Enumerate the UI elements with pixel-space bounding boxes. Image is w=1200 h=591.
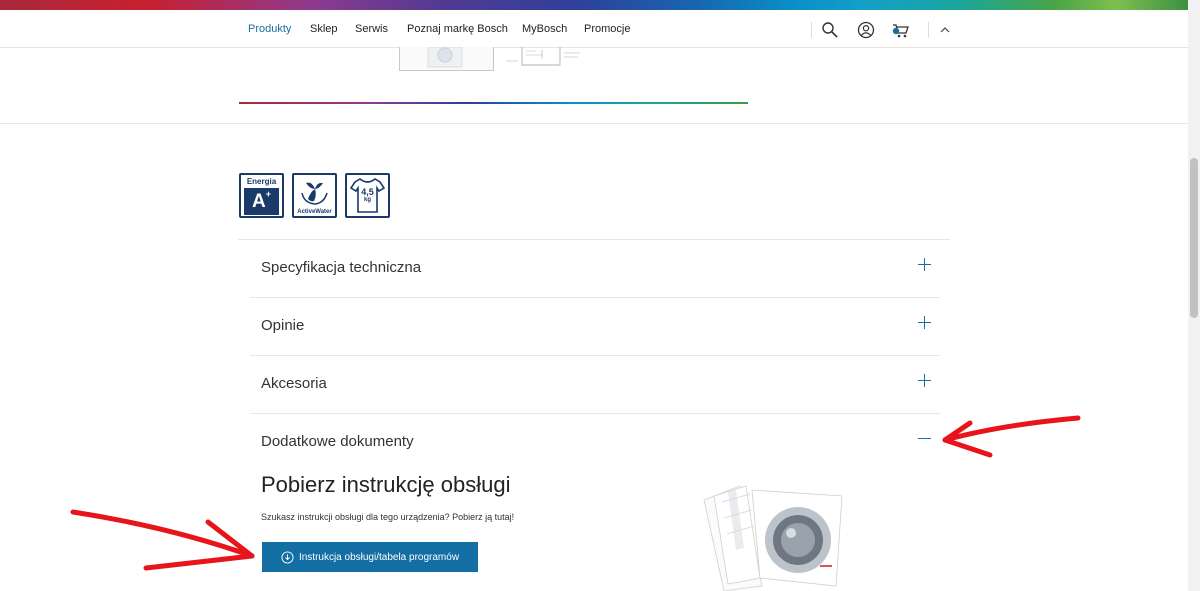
energy-label: Energia: [246, 177, 277, 186]
nav-item-mybosch[interactable]: MyBosch: [522, 23, 567, 35]
accordion-item-dodatkowe-dokumenty[interactable]: Dodatkowe dokumenty: [250, 414, 940, 471]
download-manual-button-label: Instrukcja obsługi/tabela programów: [298, 551, 460, 563]
gradient-divider: [239, 102, 748, 104]
plus-icon[interactable]: [918, 258, 932, 272]
accordion-title: Specyfikacja techniczna: [261, 259, 422, 276]
chevron-up-icon[interactable]: [935, 20, 955, 40]
washing-machine-thumbnail-icon: [427, 46, 463, 68]
load-capacity-badge: 4,5 kg: [345, 173, 390, 218]
activewater-icon: [301, 182, 328, 205]
plus-icon[interactable]: [918, 374, 932, 388]
product-thumbnail-front[interactable]: [399, 46, 494, 71]
energy-class-badge: Energia A+: [239, 173, 284, 218]
nav-separator: [811, 22, 812, 38]
page-scrollbar[interactable]: [1188, 0, 1200, 591]
download-manual-text: Szukasz instrukcji obsługi dla tego urzą…: [261, 512, 515, 522]
product-thumbnail-drawing[interactable]: [502, 47, 582, 69]
load-value: 4,5: [361, 187, 374, 197]
scrollbar-thumb[interactable]: [1190, 158, 1198, 318]
annotation-arrowhead-right: [942, 420, 993, 458]
accordion-item-specyfikacja[interactable]: Specyfikacja techniczna: [250, 240, 940, 298]
nav-item-poznaj-marke[interactable]: Poznaj markę Bosch: [407, 23, 508, 35]
nav-item-sklep[interactable]: Sklep: [310, 23, 338, 35]
activewater-label: ActiveWater: [297, 209, 332, 215]
annotation-arrowhead-left: [143, 519, 255, 571]
energy-class-box: A+: [244, 188, 279, 215]
section-divider: [0, 123, 1188, 124]
download-manual-heading: Pobierz instrukcję obsługi: [261, 472, 511, 497]
annotation-arrow-left: [70, 509, 255, 559]
accordion-title: Akcesoria: [261, 375, 327, 392]
nav-item-serwis[interactable]: Serwis: [355, 23, 388, 35]
annotation-arrow-right: [942, 415, 1081, 443]
download-manual-button[interactable]: Instrukcja obsługi/tabela programów: [262, 542, 478, 572]
accordion-title: Dodatkowe dokumenty: [261, 433, 414, 450]
nav-separator: [928, 22, 929, 38]
nav-item-promocje[interactable]: Promocje: [584, 23, 630, 35]
accordion-title: Opinie: [261, 317, 305, 334]
cart-icon[interactable]: [890, 20, 910, 40]
nav-item-produkty[interactable]: Produkty: [248, 23, 291, 35]
download-icon: [281, 550, 294, 564]
energy-class-plus: +: [265, 189, 271, 199]
load-capacity-value: 4,5 kg: [347, 188, 388, 204]
plus-icon[interactable]: [918, 316, 932, 330]
minus-icon[interactable]: [918, 432, 932, 446]
top-navigation: Produkty Sklep Serwis Poznaj markę Bosch…: [0, 10, 1188, 48]
accordion-item-opinie[interactable]: Opinie: [250, 298, 940, 356]
activewater-badge: ActiveWater: [292, 173, 337, 218]
user-icon[interactable]: [856, 20, 876, 40]
load-unit: kg: [363, 197, 371, 203]
energy-class: A: [252, 191, 266, 212]
technical-drawing-icon: [506, 47, 580, 66]
search-icon[interactable]: [820, 20, 840, 40]
brand-color-bar: [0, 0, 1200, 10]
accordion-item-akcesoria[interactable]: Akcesoria: [250, 356, 940, 414]
manual-booklet-image: [703, 485, 843, 591]
